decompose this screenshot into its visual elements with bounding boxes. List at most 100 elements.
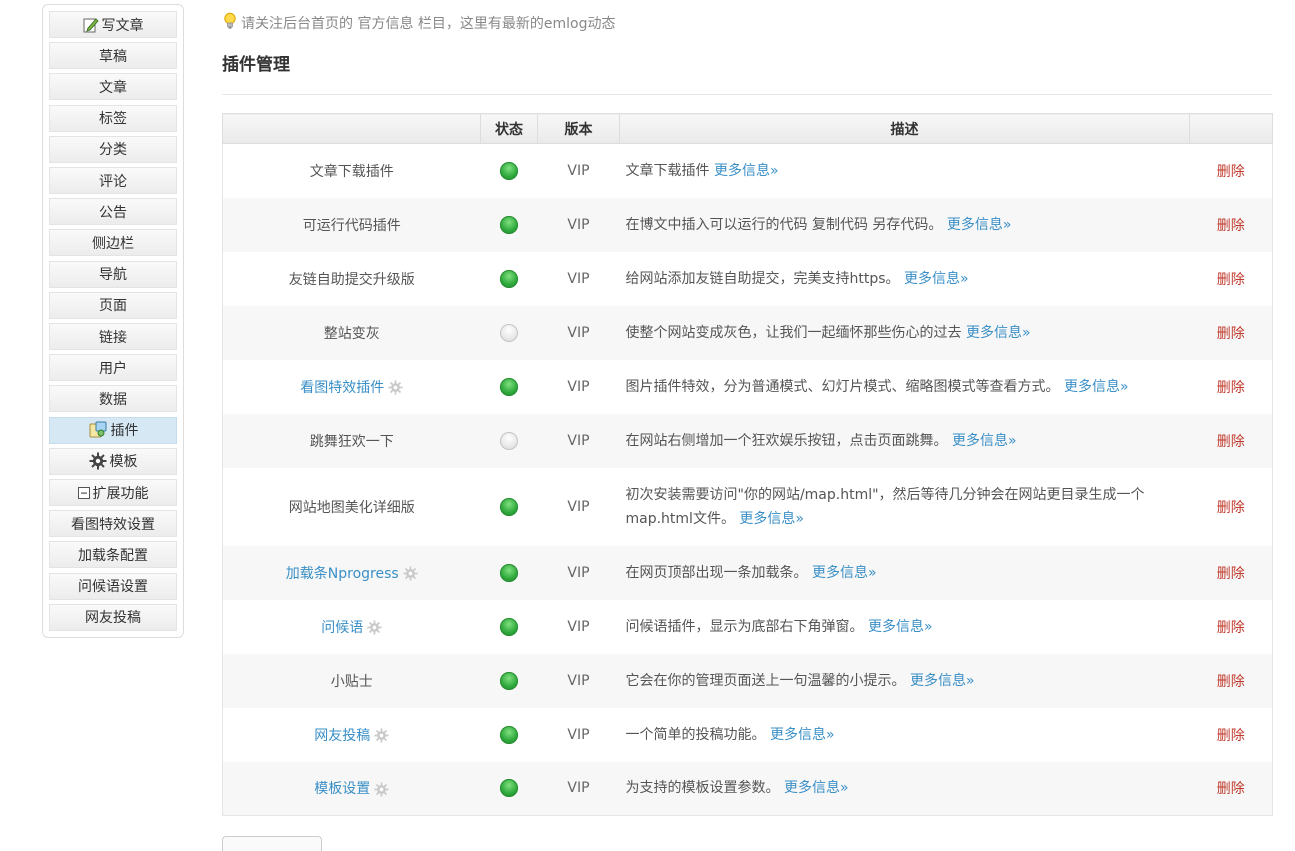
delete-link[interactable]: 删除 <box>1189 653 1273 708</box>
delete-link[interactable]: 删除 <box>1190 600 1273 654</box>
delete-link[interactable]: 删除 <box>1189 545 1273 600</box>
more-info-link[interactable]: 更多信息» <box>784 780 849 796</box>
plugin-version: VIP <box>537 305 620 360</box>
more-info-link[interactable]: 更多信息» <box>714 163 779 179</box>
more-info-link[interactable]: 更多信息» <box>812 565 877 581</box>
plugin-version: VIP <box>537 545 620 600</box>
sidebar-item-label: 标签 <box>99 111 127 128</box>
plugin-name[interactable]: 问候语 <box>321 620 363 636</box>
more-info-link[interactable]: 更多信息» <box>770 727 835 743</box>
sidebar-item[interactable]: 页面 <box>49 291 177 319</box>
status-on-icon[interactable] <box>500 161 518 180</box>
delete-link[interactable]: 删除 <box>1189 761 1273 816</box>
status-on-icon[interactable] <box>500 671 518 690</box>
plugin-version: VIP <box>567 378 590 395</box>
settings-gear-icon[interactable] <box>388 380 403 395</box>
delete-link[interactable]: 删除 <box>1189 305 1273 360</box>
sidebar-item-label: 草稿 <box>99 48 127 65</box>
more-info-link[interactable]: 更多信息» <box>868 619 933 635</box>
status-cell <box>481 360 538 414</box>
more-info-link[interactable]: 更多信息» <box>910 673 975 689</box>
sidebar-item[interactable]: 数据 <box>49 385 177 413</box>
plugin-name: 小贴士 <box>330 673 373 690</box>
settings-gear-icon[interactable] <box>367 620 382 635</box>
sidebar-item[interactable]: 导航 <box>49 260 177 288</box>
status-on-icon[interactable] <box>500 497 518 516</box>
status-on-icon[interactable] <box>500 563 518 582</box>
sidebar-item-label: 插件 <box>110 423 139 440</box>
settings-gear-icon[interactable] <box>403 566 418 581</box>
sidebar-item[interactable]: 写文章 <box>49 11 177 38</box>
plugin-description: 使整个网站变成灰色，让我们一起缅怀那些伤心的过去 <box>625 324 962 341</box>
plugin-version: VIP <box>567 270 590 287</box>
plugin-version: VIP <box>567 618 590 635</box>
plugin-name: 跳舞狂欢一下 <box>309 433 394 450</box>
sidebar-item-label: 扩展功能 <box>92 485 149 502</box>
status-cell <box>480 197 538 252</box>
status-on-icon[interactable] <box>500 269 518 288</box>
more-info-link[interactable]: 更多信息» <box>947 217 1012 233</box>
plugin-name-cell: 文章下载插件 <box>223 144 481 198</box>
more-info-link[interactable]: 更多信息» <box>952 433 1017 449</box>
table-row: 小贴士 VIP 它会在你的管理页面送上一句温馨的小提示。 更多信息» 删除 <box>222 653 1273 708</box>
plugin-description: 在网站右侧增加一个狂欢娱乐按钮，点击页面跳舞。 <box>625 432 948 449</box>
plugin-name-cell: 看图特效插件 <box>223 360 481 414</box>
settings-gear-icon[interactable] <box>374 728 389 743</box>
plugin-name-cell: 加载条Nprogress <box>222 545 481 600</box>
sidebar-item[interactable]: 文章 <box>49 73 177 101</box>
more-info-link[interactable]: 更多信息» <box>1064 379 1129 395</box>
more-info-link[interactable]: 更多信息» <box>904 271 969 287</box>
status-off-icon[interactable] <box>500 323 518 342</box>
sidebar-item[interactable]: 加载条配置 <box>49 541 177 569</box>
sidebar-item[interactable]: 侧边栏 <box>49 229 177 257</box>
sidebar-item[interactable]: 用户 <box>49 354 177 382</box>
plugin-description-cell: 问候语插件，显示为底部右下角弹窗。 更多信息» <box>620 600 1190 654</box>
sidebar-item[interactable]: 标签 <box>49 104 177 132</box>
plugin-description-cell: 在网站右侧增加一个狂欢娱乐按钮，点击页面跳舞。 更多信息» <box>619 413 1190 468</box>
sidebar-item[interactable]: 网友投稿 <box>49 603 177 631</box>
more-info-link[interactable]: 更多信息» <box>739 511 804 527</box>
plugin-version: VIP <box>567 726 590 743</box>
divider <box>222 94 1272 95</box>
delete-link[interactable]: 删除 <box>1189 413 1273 468</box>
status-on-icon[interactable] <box>500 377 518 396</box>
sidebar-item[interactable]: 模板 <box>49 447 177 475</box>
delete-link[interactable]: 删除 <box>1190 360 1273 414</box>
settings-gear-icon[interactable] <box>374 782 389 797</box>
status-cell <box>480 545 538 600</box>
plugin-name-cell: 整站变灰 <box>222 305 481 360</box>
plugin-name-cell: 网站地图美化详细版 <box>223 468 481 546</box>
delete-link[interactable]: 删除 <box>1190 252 1273 306</box>
plugin-name[interactable]: 模板设置 <box>314 781 370 797</box>
status-on-icon[interactable] <box>500 725 518 744</box>
plugin-description-cell: 一个简单的投稿功能。 更多信息» <box>620 708 1190 762</box>
table-row: 文章下载插件 VIP 文章下载插件 更多信息» 删除 <box>223 144 1273 198</box>
bottom-button[interactable] <box>222 836 322 851</box>
table-row: 模板设置 VIP 为支持的模板设置参数。 更多信息» 删除 <box>222 761 1273 816</box>
delete-link[interactable]: 删除 <box>1190 708 1273 762</box>
plugin-name[interactable]: 看图特效插件 <box>300 380 384 396</box>
sidebar-item[interactable]: 插件 <box>49 416 177 444</box>
sidebar-item[interactable]: 公告 <box>49 198 177 226</box>
status-off-icon[interactable] <box>500 431 518 450</box>
sidebar-item[interactable]: 看图特效设置 <box>49 510 177 538</box>
sidebar-item[interactable]: 链接 <box>49 323 177 350</box>
delete-link[interactable]: 删除 <box>1190 144 1273 198</box>
sidebar-item[interactable]: 扩展功能 <box>49 479 177 506</box>
status-on-icon[interactable] <box>500 617 518 636</box>
sidebar-item[interactable]: 分类 <box>49 135 177 163</box>
status-cell <box>480 761 538 816</box>
plugin-name: 网站地图美化详细版 <box>288 499 415 516</box>
sidebar-item[interactable]: 问候语设置 <box>49 572 177 600</box>
plugin-name[interactable]: 网友投稿 <box>314 728 370 744</box>
plugin-description: 一个简单的投稿功能。 <box>625 726 766 743</box>
more-info-link[interactable]: 更多信息» <box>966 325 1031 341</box>
delete-link[interactable]: 删除 <box>1189 197 1273 252</box>
plugin-name[interactable]: 加载条Nprogress <box>286 566 399 582</box>
sidebar-item[interactable]: 草稿 <box>49 42 177 70</box>
delete-link[interactable]: 删除 <box>1190 468 1273 546</box>
status-on-icon[interactable] <box>500 779 518 798</box>
sidebar-item[interactable]: 评论 <box>49 167 177 194</box>
status-on-icon[interactable] <box>500 215 518 234</box>
status-cell <box>480 653 538 708</box>
